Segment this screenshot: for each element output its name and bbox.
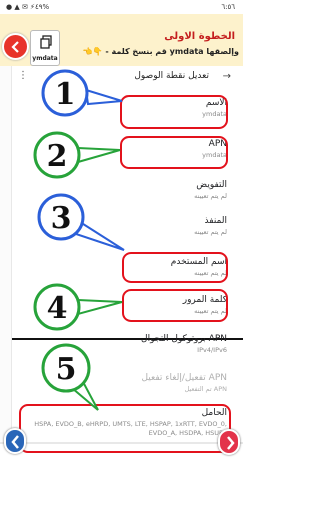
copy-button[interactable]: ymdata [30,30,60,66]
more-options-icon[interactable]: ⋮ [18,70,28,81]
highlight-apn-box [120,136,228,169]
step-title: الخطوة الاولى [164,31,235,42]
back-button[interactable] [2,33,29,60]
system-icons: ● ▲ ✉ ⚡٤٩% [6,3,50,11]
previous-button[interactable] [4,428,26,454]
callout-1-bubble: 1 [41,69,123,117]
callout-2-number: 2 [47,139,68,174]
status-bar: ● ▲ ✉ ⚡٤٩% ٦:٥٦ [0,0,243,14]
callout-4-number: 4 [47,291,68,326]
bottom-divider [0,442,243,444]
next-button[interactable] [218,429,240,455]
back-arrow-icon[interactable]: → [223,71,231,82]
highlight-name-box [120,95,228,129]
copy-icon [40,35,52,49]
callout-4-bubble: 4 [33,283,123,331]
chevron-left-icon [11,41,19,53]
instruction-header: ymdata الخطوة الاولى 👈👇 - قم بنسخ كلمة y… [0,14,243,66]
callout-5-number: 5 [56,352,77,387]
left-gutter [0,66,12,442]
bottom-area [0,458,243,512]
step-text: 👈👇 - قم بنسخ كلمة ymdata وإلصقها [63,47,239,56]
callout-3-number: 3 [51,201,72,236]
callout-3-bubble: 3 [37,193,125,251]
chevron-left-icon [11,435,19,449]
callout-1-number: 1 [55,77,76,112]
step-emoji: 👈👇 [82,47,103,56]
callout-2-bubble: 2 [33,131,121,179]
copy-button-label: ymdata [32,55,58,62]
setting-title: التفويض [196,180,227,190]
chevron-right-icon [227,436,235,450]
highlight-username-box [122,252,228,283]
step-instruction: - قم بنسخ كلمة ymdata وإلصقها [105,47,239,56]
callout-5-bubble: 5 [41,343,99,411]
page-title: تعديل نقطة الوصول [134,71,209,81]
clock: ٦:٥٦ [221,3,235,11]
highlight-password-box [122,289,228,322]
